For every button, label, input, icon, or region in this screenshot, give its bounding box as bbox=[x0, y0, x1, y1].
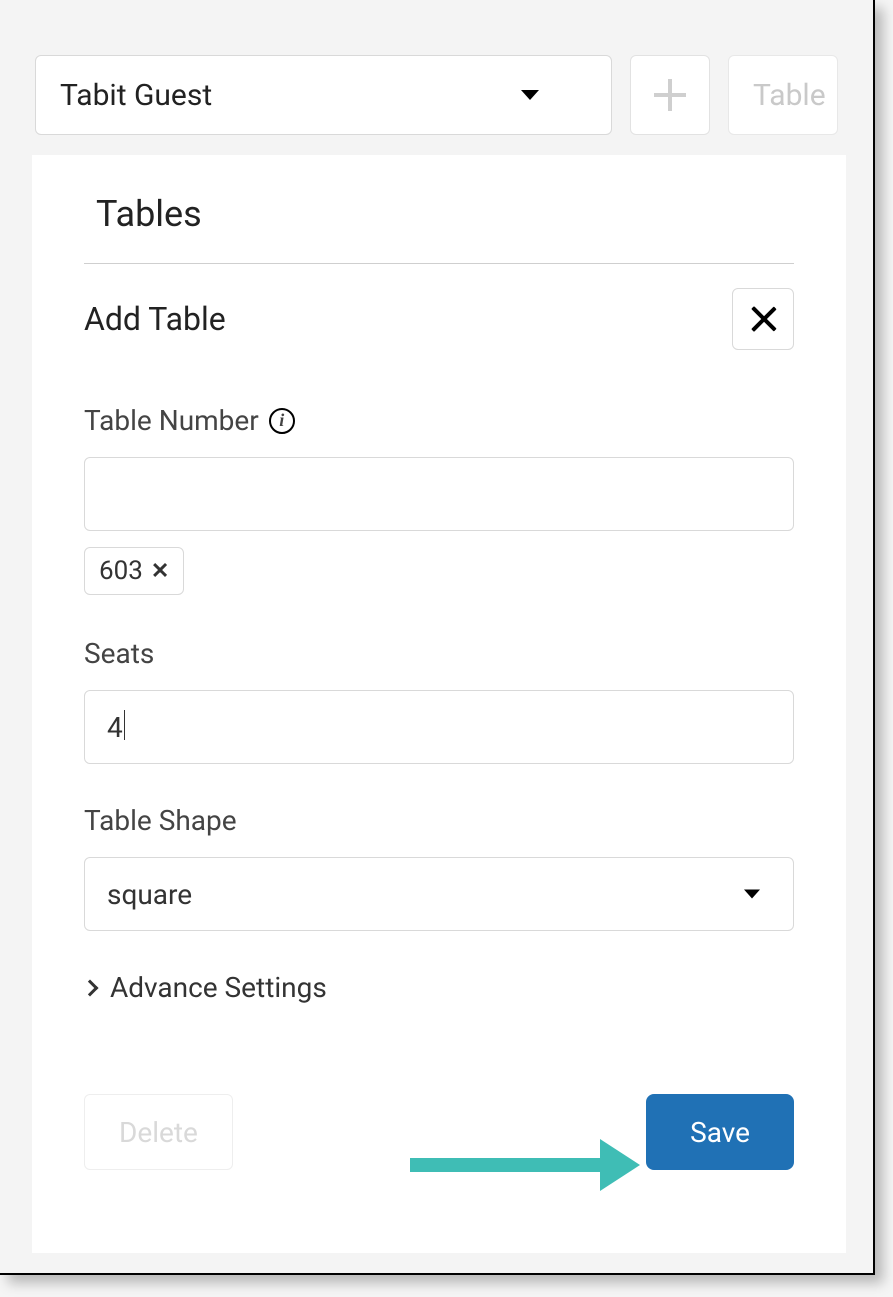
save-button[interactable]: Save bbox=[646, 1094, 794, 1170]
table-number-input[interactable] bbox=[84, 457, 794, 531]
seats-label: Seats bbox=[84, 637, 794, 670]
table-button[interactable]: Table bbox=[728, 55, 838, 135]
panel-inner: Tables Add Table Table Number i 603 ✕ Se… bbox=[32, 155, 846, 1200]
panel-title: Tables bbox=[84, 181, 794, 263]
plus-icon bbox=[654, 79, 686, 111]
app-context-dropdown[interactable]: Tabit Guest bbox=[35, 55, 612, 135]
table-number-chip: 603 ✕ bbox=[84, 547, 184, 595]
seats-input[interactable]: 4 bbox=[84, 690, 794, 764]
table-shape-select[interactable]: square bbox=[84, 857, 794, 931]
subheader-row: Add Table bbox=[84, 288, 794, 350]
advance-settings-label: Advance Settings bbox=[110, 971, 327, 1004]
chip-row: 603 ✕ bbox=[84, 547, 794, 595]
delete-button[interactable]: Delete bbox=[84, 1094, 233, 1170]
text-caret-icon bbox=[124, 710, 126, 740]
divider bbox=[84, 263, 794, 264]
add-button[interactable] bbox=[630, 55, 710, 135]
panel-subtitle: Add Table bbox=[84, 300, 226, 338]
chip-remove-icon[interactable]: ✕ bbox=[151, 559, 169, 584]
caret-down-icon bbox=[521, 90, 539, 100]
chip-value: 603 bbox=[99, 556, 143, 586]
seats-value: 4 bbox=[107, 711, 123, 744]
top-bar: Tabit Guest Table bbox=[0, 0, 873, 160]
close-button[interactable] bbox=[732, 288, 794, 350]
table-button-label: Table bbox=[753, 78, 826, 113]
advance-settings-toggle[interactable]: Advance Settings bbox=[84, 971, 794, 1004]
table-shape-value: square bbox=[107, 878, 192, 911]
page-wrapper: Tabit Guest Table Tables Add Table Table… bbox=[0, 0, 875, 1275]
app-context-label: Tabit Guest bbox=[60, 78, 212, 113]
chevron-right-icon bbox=[82, 979, 99, 996]
table-number-label-text: Table Number bbox=[84, 404, 259, 437]
panel-scroll[interactable]: Tables Add Table Table Number i 603 ✕ Se… bbox=[32, 155, 846, 1253]
close-icon bbox=[750, 306, 776, 332]
footer-row: Delete Save bbox=[84, 1094, 794, 1170]
table-shape-select-wrapper: square bbox=[84, 857, 794, 931]
table-number-label: Table Number i bbox=[84, 404, 794, 437]
info-icon[interactable]: i bbox=[269, 408, 295, 434]
table-shape-label: Table Shape bbox=[84, 804, 794, 837]
